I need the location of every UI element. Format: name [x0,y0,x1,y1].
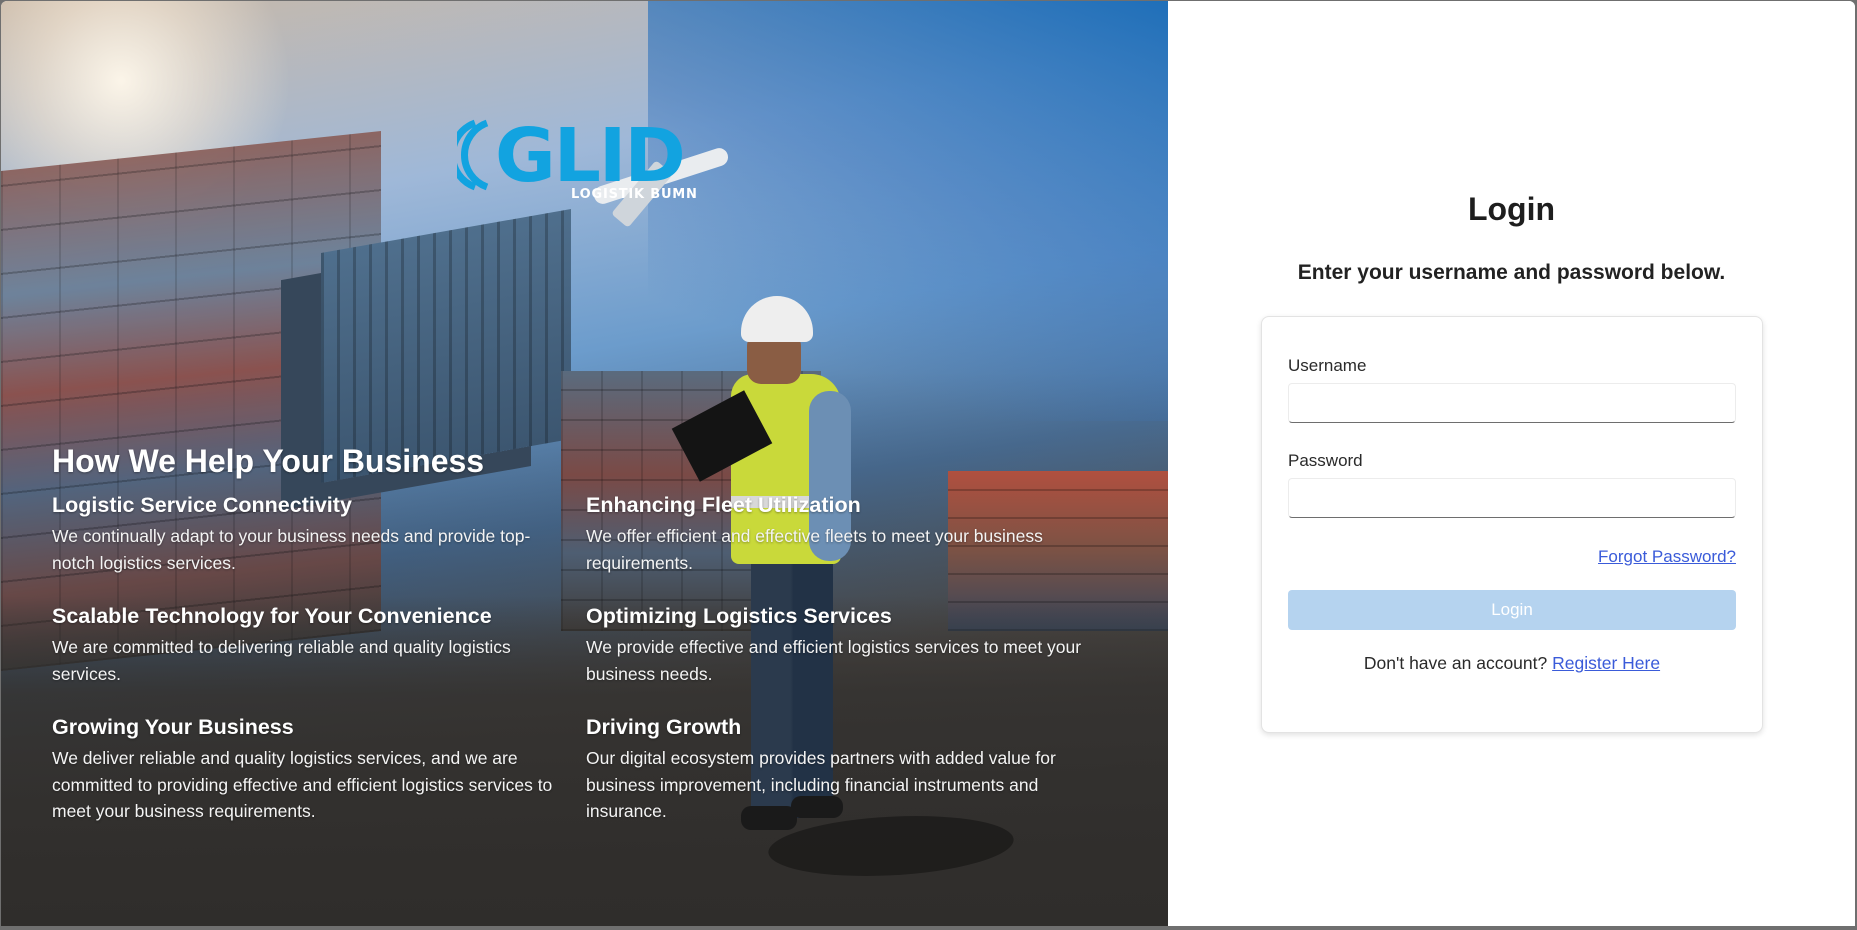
username-input[interactable] [1288,383,1736,423]
feature-title: Growing Your Business [52,715,294,739]
feature-title: Logistic Service Connectivity [52,493,352,517]
login-title: Login [1467,191,1556,227]
register-link[interactable]: Register Here [1552,653,1660,673]
forgot-password-link[interactable]: Forgot Password? [1598,547,1736,567]
feature-description: We deliver reliable and quality logistic… [52,748,553,821]
password-label: Password [1288,451,1363,470]
logo-subtitle: LOGISTIK BUMN [571,187,698,202]
register-prompt-line: Don't have an account? Register Here [1262,653,1762,674]
hero-panel: GLID LOGISTIK BUMN How We Help Your Busi… [1,1,1168,926]
password-input[interactable] [1288,478,1736,518]
login-form-card: Username Password Forgot Password? Login… [1261,316,1763,733]
glid-logo-mark: GLID [457,115,686,195]
feature-item: Enhancing Fleet Utilization We offer eff… [586,491,1106,576]
feature-description: We provide effective and efficient logis… [586,637,1082,684]
feature-grid: Logistic Service Connectivity We continu… [52,491,1112,825]
username-label: Username [1288,356,1367,375]
feature-item: Optimizing Logistics Services We provide… [586,602,1106,687]
feature-item: Scalable Technology for Your Convenience… [52,602,586,687]
feature-description: We offer efficient and effective fleets … [586,526,1043,573]
login-subtitle: Enter your username and password below. [1297,261,1726,284]
feature-item: Driving Growth Our digital ecosystem pro… [586,713,1106,825]
window-bottom-edge [0,926,1857,930]
feature-description: Our digital ecosystem provides partners … [586,748,1056,821]
feature-item: Logistic Service Connectivity We continu… [52,491,586,576]
feature-title: Optimizing Logistics Services [586,604,892,628]
feature-description: We continually adapt to your business ne… [52,526,531,573]
register-prompt: Don't have an account? [1363,653,1553,673]
login-button[interactable]: Login [1288,590,1736,630]
logo-wordmark: GLID [495,115,684,195]
feature-title: Driving Growth [586,715,742,739]
feature-item: Growing Your Business We deliver reliabl… [52,713,586,825]
feature-description: We are committed to delivering reliable … [52,637,511,684]
feature-title: Scalable Technology for Your Convenience [52,604,492,628]
login-panel: Login Enter your username and password b… [1168,1,1855,926]
feature-title: Enhancing Fleet Utilization [586,493,861,517]
hero-title: How We Help Your Business [52,443,485,479]
hero-content: How We Help Your Business Logistic Servi… [52,441,1112,825]
app-window: GLID LOGISTIK BUMN How We Help Your Busi… [1,1,1855,926]
